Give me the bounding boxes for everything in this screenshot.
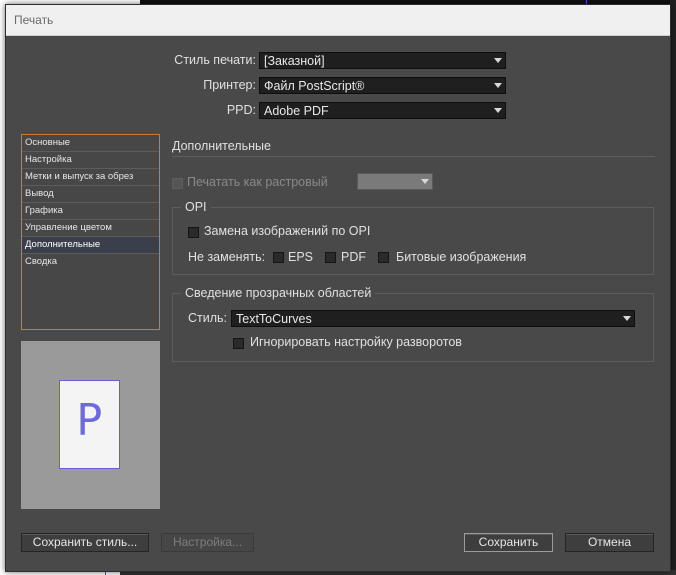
sidebar-item-output[interactable]: Вывод xyxy=(22,186,159,203)
save-button[interactable]: Сохранить xyxy=(464,533,553,552)
chevron-down-icon xyxy=(491,53,505,68)
raster-resolution-dropdown[interactable] xyxy=(357,173,433,190)
page-preview: P xyxy=(21,341,160,509)
section-divider xyxy=(172,156,655,157)
cancel-button[interactable]: Отмена xyxy=(565,533,654,552)
print-style-dropdown[interactable]: [Заказной] xyxy=(259,52,506,69)
chevron-down-icon xyxy=(418,174,432,189)
print-dialog: Печать Стиль печати: [Заказной] Принтер:… xyxy=(5,4,671,572)
opi-replace-checkbox[interactable] xyxy=(188,227,199,238)
setup-button[interactable]: Настройка... xyxy=(161,533,254,552)
sidebar-item-summary[interactable]: Сводка xyxy=(22,254,159,270)
category-list: Основные Настройка Метки и выпуск за обр… xyxy=(21,134,160,330)
ignore-spread-overrides-checkbox[interactable] xyxy=(233,338,244,349)
omit-pdf-label: PDF xyxy=(341,250,366,264)
flattener-style-label: Стиль: xyxy=(188,311,228,325)
opi-replace-label: Замена изображений по OPI xyxy=(204,224,371,238)
save-style-button[interactable]: Сохранить стиль... xyxy=(21,533,149,552)
printer-label: Принтер: xyxy=(203,78,256,92)
flattener-group-title: Сведение прозрачных областей xyxy=(181,286,376,300)
flattener-style-value: TextToCurves xyxy=(236,312,312,326)
print-as-bitmap-label: Печатать как растровый xyxy=(187,175,328,189)
ppd-value: Adobe PDF xyxy=(264,104,329,118)
sidebar-item-setup[interactable]: Настройка xyxy=(22,152,159,169)
ignore-spread-overrides-label: Игнорировать настройку разворотов xyxy=(250,335,462,349)
chevron-down-icon xyxy=(491,78,505,93)
title-bar: Печать xyxy=(6,5,670,36)
preview-glyph: P xyxy=(76,395,103,446)
print-as-bitmap-checkbox[interactable] xyxy=(172,178,183,189)
omit-eps-checkbox[interactable] xyxy=(273,252,284,263)
print-style-value: [Заказной] xyxy=(264,54,325,68)
omit-eps-label: EPS xyxy=(288,250,314,264)
printer-dropdown[interactable]: Файл PostScript® xyxy=(259,77,506,94)
flattener-style-dropdown[interactable]: TextToCurves xyxy=(231,310,635,327)
opi-group xyxy=(172,207,654,275)
omit-bitmap-checkbox[interactable] xyxy=(378,252,389,263)
printer-value: Файл PostScript® xyxy=(264,79,365,93)
chevron-down-icon xyxy=(491,103,505,118)
sidebar-item-color-management[interactable]: Управление цветом xyxy=(22,220,159,237)
ppd-label: PPD: xyxy=(226,103,256,117)
print-style-label: Стиль печати: xyxy=(174,53,256,67)
omit-pdf-checkbox[interactable] xyxy=(325,252,336,263)
flattener-group xyxy=(172,293,654,362)
ppd-dropdown[interactable]: Adobe PDF xyxy=(259,102,506,119)
sidebar-item-graphics[interactable]: Графика xyxy=(22,203,159,220)
sidebar-item-general[interactable]: Основные xyxy=(22,135,159,152)
omit-bitmap-label: Битовые изображения xyxy=(396,250,527,264)
dont-replace-label: Не заменять: xyxy=(188,250,266,264)
sidebar-item-marks-bleed[interactable]: Метки и выпуск за обрез xyxy=(22,169,159,186)
section-title: Дополнительные xyxy=(172,139,271,153)
sidebar-item-advanced[interactable]: Дополнительные xyxy=(22,237,159,254)
window-title: Печать xyxy=(14,13,54,27)
chevron-down-icon xyxy=(620,311,634,326)
preview-page: P xyxy=(59,380,120,469)
opi-group-title: OPI xyxy=(181,200,211,214)
